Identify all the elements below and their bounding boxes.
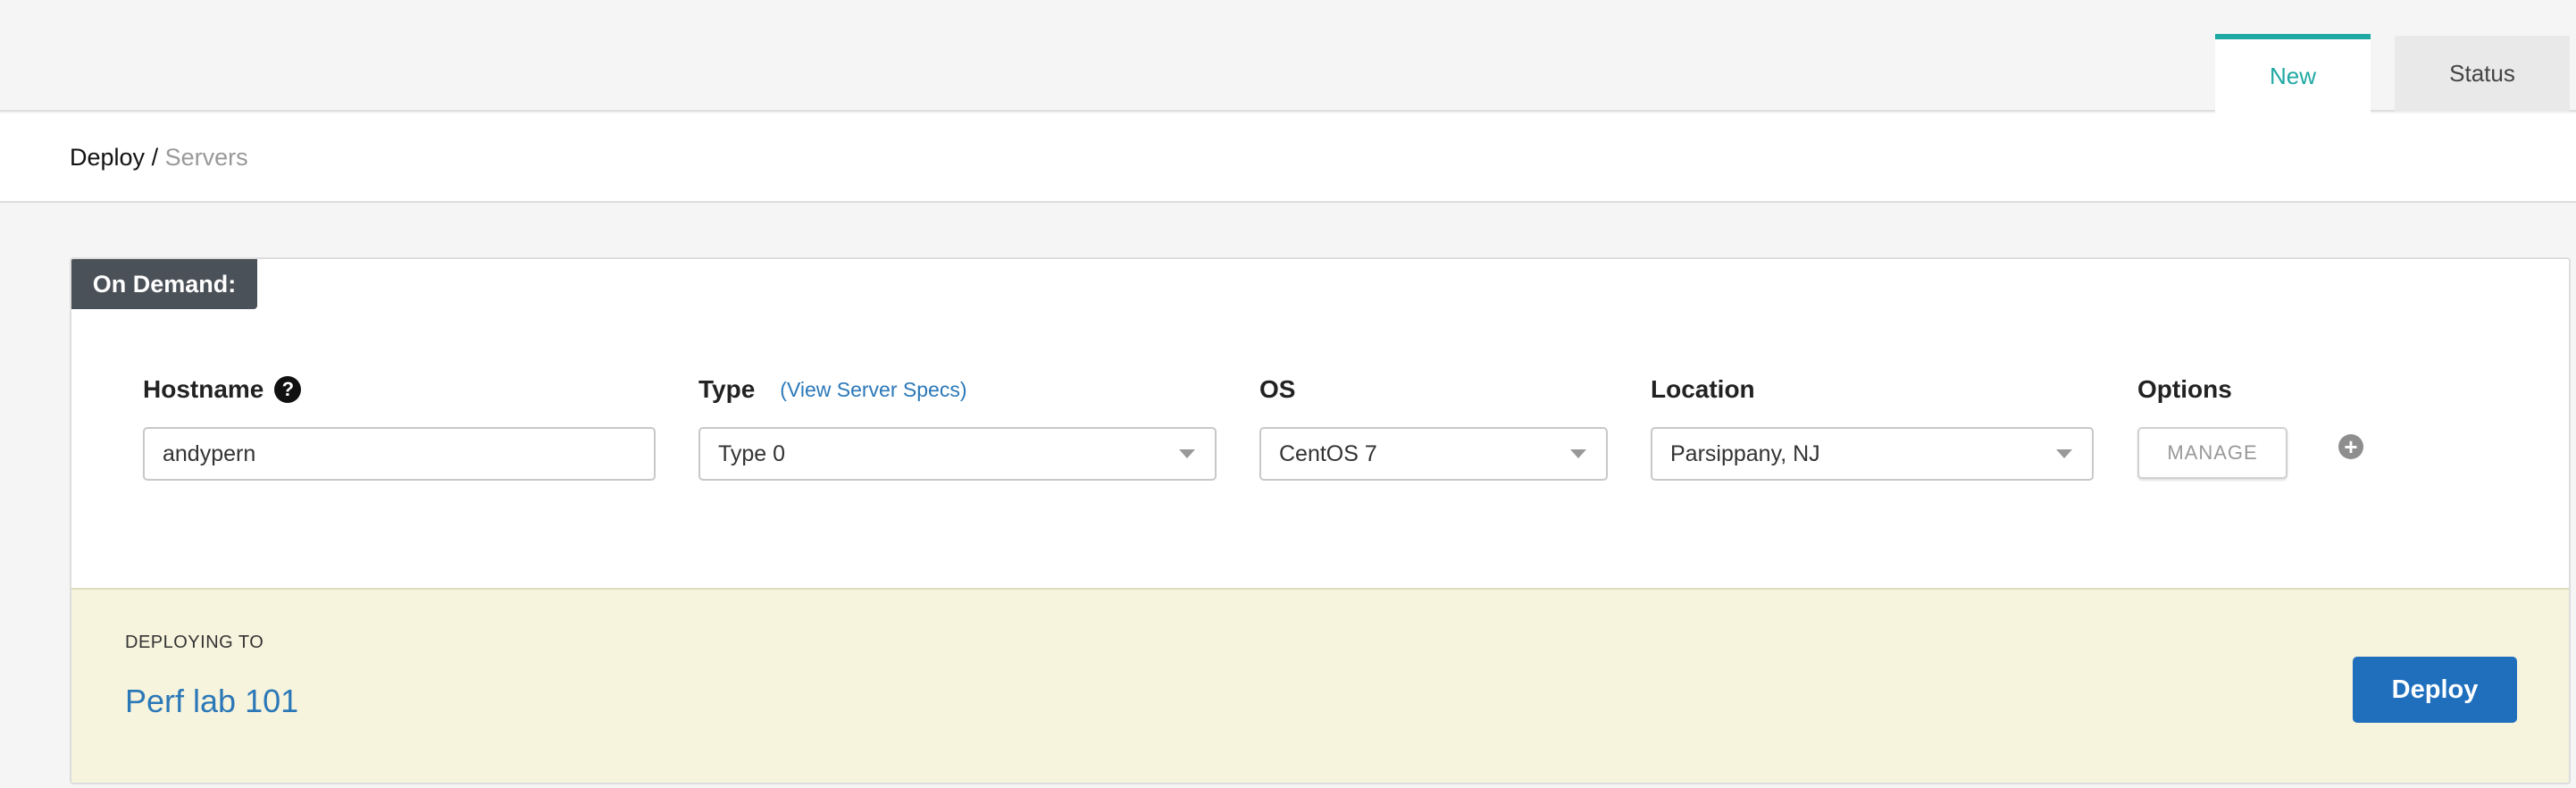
type-select[interactable]: Type 0 [698,427,1217,481]
location-label: Location [1651,375,1755,403]
chevron-down-icon [1570,449,1586,458]
hostname-value: andypern [163,440,256,466]
type-label: Type [698,375,756,403]
os-label: OS [1259,375,1296,403]
options-label-row: Options [2137,375,2232,404]
chevron-down-icon [2056,449,2072,458]
tab-new[interactable]: New [2215,34,2371,113]
hostname-label: Hostname [143,375,264,403]
breadcrumb-deploy[interactable]: Deploy [70,144,145,171]
breadcrumb-servers: Servers [164,144,248,171]
tab-status-label: Status [2449,60,2515,87]
deploying-to-heading: DEPLOYING TO [125,633,264,652]
location-select[interactable]: Parsippany, NJ [1651,427,2094,481]
os-label-row: OS [1259,375,1295,404]
type-label-row: Type (View Server Specs) [698,375,966,404]
chevron-down-icon [1179,449,1195,458]
deploy-button[interactable]: Deploy [2353,657,2517,723]
deploy-target-link[interactable]: Perf lab 101 [125,683,298,720]
breadcrumb-bar: Deploy / Servers [0,113,2576,203]
view-server-specs-link[interactable]: (View Server Specs) [780,378,966,402]
os-value: CentOS 7 [1279,440,1377,466]
tab-status[interactable]: Status [2395,36,2570,112]
top-tab-bar: New Status [0,0,2576,113]
hostname-input[interactable]: andypern [143,427,656,481]
location-label-row: Location [1651,375,1755,404]
tab-new-label: New [2269,63,2316,89]
os-select[interactable]: CentOS 7 [1259,427,1608,481]
location-value: Parsippany, NJ [1670,440,1820,466]
hostname-label-row: Hostname ? [143,375,302,404]
on-demand-card: On Demand: Hostname ? andypern Type (Vie… [70,257,2571,784]
breadcrumb: Deploy / Servers [70,144,248,172]
type-value: Type 0 [718,440,786,466]
breadcrumb-separator: / [151,144,159,171]
deploy-panel: DEPLOYING TO Perf lab 101 Deploy [71,588,2569,783]
options-label: Options [2137,375,2232,403]
help-icon[interactable]: ? [274,376,302,403]
section-tag: On Demand: [71,259,257,309]
manage-button[interactable]: MANAGE [2137,427,2287,479]
add-icon[interactable]: + [2338,434,2363,459]
